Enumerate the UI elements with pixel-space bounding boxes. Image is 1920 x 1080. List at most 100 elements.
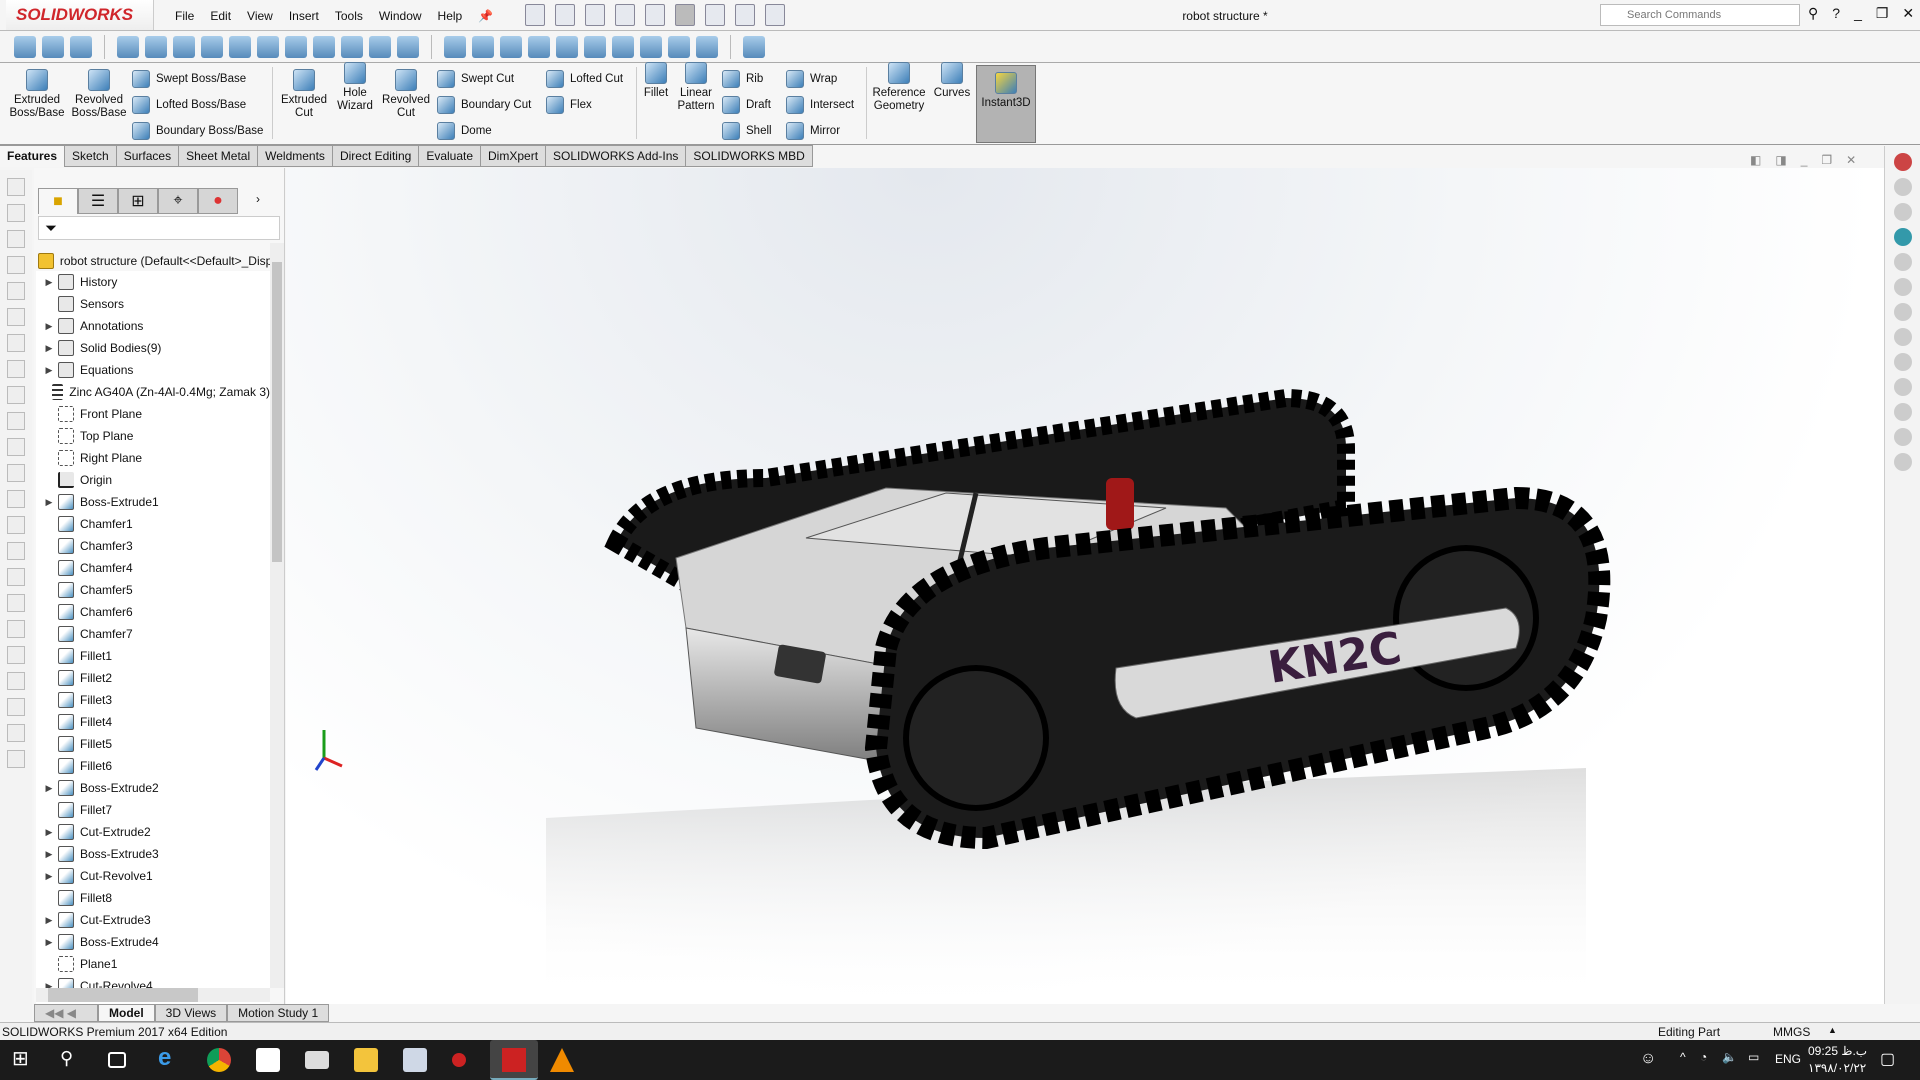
expand-arrow-icon[interactable]: ▶: [36, 277, 58, 288]
extruded-boss-button[interactable]: Extruded Boss/Base: [6, 63, 68, 120]
solidworks-logo[interactable]: SOLIDWORKS: [6, 0, 154, 30]
configuration-manager-tab[interactable]: ⊞: [118, 188, 158, 214]
extruded-cut-button[interactable]: Extruded Cut: [276, 63, 332, 120]
close-icon[interactable]: ✕: [1846, 153, 1856, 167]
menu-view[interactable]: View: [247, 9, 273, 23]
tool-icon[interactable]: [7, 698, 25, 716]
undo-icon[interactable]: [645, 4, 665, 26]
scrollbar-thumb[interactable]: [272, 262, 282, 562]
swept-cut-button[interactable]: Swept Cut: [437, 70, 514, 88]
view-palette-icon[interactable]: [1894, 228, 1912, 246]
tree-item[interactable]: Chamfer6: [36, 601, 270, 623]
hole-wizard-button[interactable]: Hole Wizard: [332, 56, 378, 113]
tree-item[interactable]: Origin: [36, 469, 270, 491]
task-icon[interactable]: [1894, 328, 1912, 346]
clock-time[interactable]: 09:25 ب.ظ: [1808, 1044, 1867, 1058]
menu-insert[interactable]: Insert: [289, 9, 319, 23]
tab-features[interactable]: Features: [0, 145, 66, 167]
tab-sheet-metal[interactable]: Sheet Metal: [179, 145, 259, 167]
swept-boss-button[interactable]: Swept Boss/Base: [132, 70, 246, 88]
tree-item[interactable]: ▶ Boss-Extrude3: [36, 843, 270, 865]
reference-geometry-button[interactable]: Reference Geometry: [868, 56, 930, 113]
feature-manager-tab[interactable]: ■: [38, 188, 78, 214]
expand-arrow-icon[interactable]: ▶: [36, 827, 58, 838]
linear-pattern-button[interactable]: Linear Pattern: [674, 56, 718, 113]
right-view-icon[interactable]: [556, 35, 578, 58]
resources-icon[interactable]: [1894, 153, 1912, 171]
clock-date[interactable]: ۱۳۹۸/۰۲/۲۲: [1808, 1061, 1866, 1075]
notifications-icon[interactable]: ▢: [1880, 1049, 1895, 1069]
appearance-icon[interactable]: [341, 35, 363, 58]
minimize-icon[interactable]: _: [1801, 153, 1808, 167]
curves-button[interactable]: Curves: [930, 56, 974, 100]
rib-button[interactable]: Rib: [722, 70, 763, 88]
tree-item[interactable]: Fillet5: [36, 733, 270, 755]
tool-icon[interactable]: [7, 620, 25, 638]
edge-icon[interactable]: e: [158, 1044, 182, 1071]
battery-icon[interactable]: ▭: [1748, 1050, 1759, 1064]
top-view-icon[interactable]: [584, 35, 606, 58]
people-icon[interactable]: ☺: [1640, 1050, 1656, 1068]
tab-addins[interactable]: SOLIDWORKS Add-Ins: [546, 145, 687, 167]
tool-icon[interactable]: [7, 360, 25, 378]
tree-item[interactable]: Chamfer7: [36, 623, 270, 645]
tool-icon[interactable]: [7, 204, 25, 222]
tree-item[interactable]: ▶ Cut-Revolve1: [36, 865, 270, 887]
expand-arrow-icon[interactable]: ▶: [36, 365, 58, 376]
close-icon[interactable]: ✕: [1902, 5, 1914, 22]
tab-sketch[interactable]: Sketch: [65, 145, 117, 167]
tool-icon[interactable]: [7, 412, 25, 430]
tool-icon[interactable]: [7, 750, 25, 768]
tree-item[interactable]: Chamfer5: [36, 579, 270, 601]
revolved-boss-button[interactable]: Revolved Boss/Base: [68, 63, 130, 120]
tool-icon[interactable]: [7, 490, 25, 508]
tree-item[interactable]: Plane1: [36, 953, 270, 975]
tab-model[interactable]: Model: [98, 1004, 155, 1022]
lofted-cut-button[interactable]: Lofted Cut: [546, 70, 623, 88]
tree-item[interactable]: ▶ Cut-Extrude2: [36, 821, 270, 843]
pin-icon[interactable]: 📌: [478, 9, 493, 23]
dimetric-view-icon[interactable]: [696, 35, 718, 58]
view-settings-icon[interactable]: [397, 35, 419, 58]
tree-item[interactable]: Chamfer3: [36, 535, 270, 557]
task-icon[interactable]: [1894, 403, 1912, 421]
back-view-icon[interactable]: [500, 35, 522, 58]
property-manager-tab[interactable]: ☰: [78, 188, 118, 214]
tree-item[interactable]: ▶ Cut-Extrude3: [36, 909, 270, 931]
tool-icon[interactable]: [7, 178, 25, 196]
instant3d-button[interactable]: Instant3D: [976, 65, 1036, 143]
hide-show-icon[interactable]: [313, 35, 335, 58]
measure-icon[interactable]: [743, 35, 765, 58]
tile-left-icon[interactable]: ◧: [1750, 153, 1761, 167]
tree-item[interactable]: Fillet6: [36, 755, 270, 777]
expand-arrow-icon[interactable]: ▶: [36, 915, 58, 926]
menu-help[interactable]: Help: [438, 9, 463, 23]
tool-icon[interactable]: [7, 672, 25, 690]
tab-surfaces[interactable]: Surfaces: [116, 145, 180, 167]
tree-item[interactable]: Fillet8: [36, 887, 270, 909]
tree-item[interactable]: Fillet4: [36, 711, 270, 733]
chrome-icon[interactable]: [207, 1048, 231, 1072]
menu-edit[interactable]: Edit: [210, 9, 231, 23]
tree-item[interactable]: Front Plane: [36, 403, 270, 425]
mail-icon[interactable]: [305, 1051, 329, 1069]
graphics-area[interactable]: KN2C: [286, 168, 1884, 1004]
tree-item[interactable]: Fillet7: [36, 799, 270, 821]
tool-icon[interactable]: [7, 256, 25, 274]
revolved-cut-button[interactable]: Revolved Cut: [378, 63, 434, 120]
document-app-icon[interactable]: [403, 1048, 427, 1072]
tree-item[interactable]: Fillet3: [36, 689, 270, 711]
tree-item[interactable]: Zinc AG40A (Zn-4Al-0.4Mg; Zamak 3): [36, 381, 270, 403]
tree-item[interactable]: Top Plane: [36, 425, 270, 447]
boundary-cut-button[interactable]: Boundary Cut: [437, 96, 531, 114]
tree-item[interactable]: Chamfer1: [36, 513, 270, 535]
fillet-button[interactable]: Fillet: [638, 56, 674, 100]
tree-horizontal-scrollbar[interactable]: [36, 988, 270, 1002]
tab-weldments[interactable]: Weldments: [258, 145, 333, 167]
tree-item[interactable]: ▶ Boss-Extrude1: [36, 491, 270, 513]
draft-button[interactable]: Draft: [722, 96, 771, 114]
display-style-icon[interactable]: [285, 35, 307, 58]
intersect-button[interactable]: Intersect: [786, 96, 854, 114]
dimxpert-manager-tab[interactable]: ⌖: [158, 188, 198, 214]
tab-mbd[interactable]: SOLIDWORKS MBD: [686, 145, 813, 167]
